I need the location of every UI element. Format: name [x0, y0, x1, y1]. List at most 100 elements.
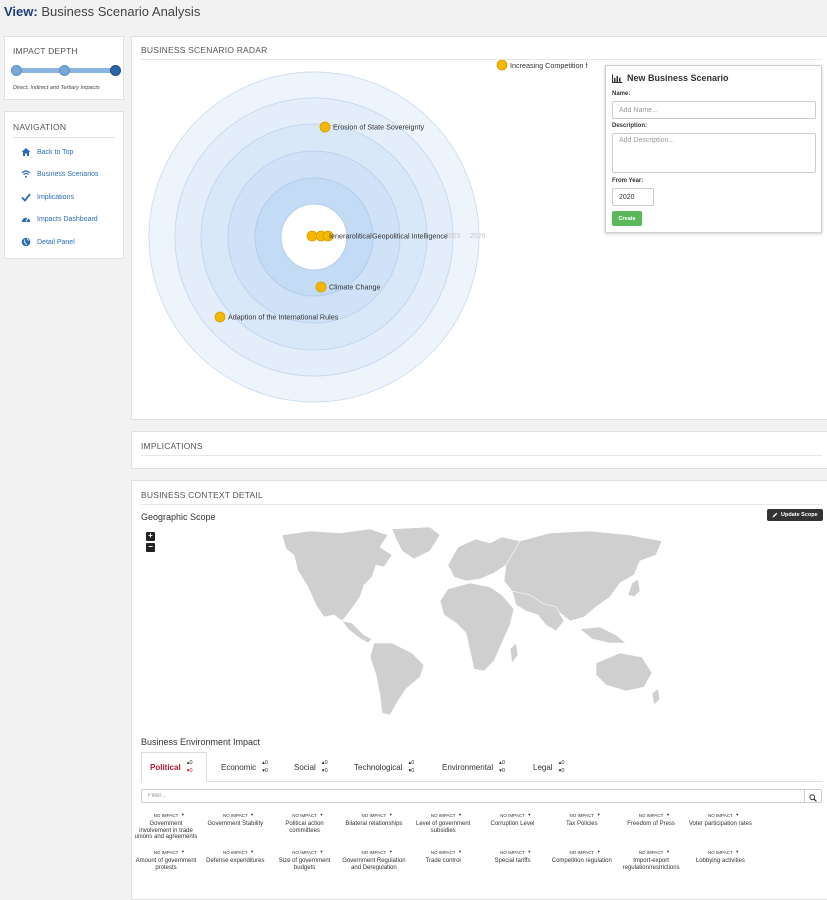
factor-name: Corruption Level — [490, 821, 535, 827]
view-label: View: — [4, 4, 38, 19]
impact-factor: NO IMPACT ▾ Political action committees — [273, 812, 337, 834]
factor-name: Tax Policies — [565, 821, 598, 827]
impact-factor: NO IMPACT ▾ Government involvement in tra… — [134, 812, 198, 841]
down-count: 0 — [264, 768, 268, 774]
impact-dropdown[interactable]: NO IMPACT — [481, 812, 545, 819]
tab-counts: ▴0 ▾0 — [321, 760, 328, 774]
tab-economic[interactable]: Economic ▴0 ▾0 — [221, 752, 268, 782]
home-icon — [21, 148, 31, 156]
impact-dropdown[interactable]: NO IMPACT — [342, 849, 406, 856]
up-count: 0 — [264, 760, 268, 766]
description-input[interactable] — [612, 133, 816, 173]
filter-input[interactable] — [141, 789, 805, 803]
implications-panel: IMPLICATIONS — [131, 431, 827, 469]
caret-down-icon: ▾ — [389, 849, 392, 854]
filter-search-button[interactable] — [804, 789, 822, 803]
impact-dropdown[interactable]: NO IMPACT — [688, 812, 752, 819]
impact-dropdown[interactable]: NO IMPACT — [619, 849, 683, 856]
update-scope-label: Update Scope — [781, 512, 818, 518]
scenario-dot-adaption-international-rules[interactable] — [214, 311, 226, 323]
impact-dropdown[interactable]: NO IMPACT — [481, 849, 545, 856]
tab-social[interactable]: Social ▴0 ▾0 — [294, 752, 328, 782]
tab-political[interactable]: Political ▴0 ▾0 — [141, 752, 207, 782]
caret-down-icon: ▾ — [597, 812, 600, 817]
zoom-in-button[interactable]: + — [146, 532, 155, 541]
create-button[interactable]: Create — [612, 211, 642, 226]
impact-factor: NO IMPACT ▾ Competition regulation — [550, 849, 614, 865]
name-input[interactable] — [612, 101, 816, 119]
nav-detail-panel[interactable]: Detail Panel — [21, 237, 75, 247]
nav-implications[interactable]: Implications — [21, 192, 74, 202]
impact-dropdown[interactable]: NO IMPACT — [550, 812, 614, 819]
impact-dropdown[interactable]: NO IMPACT — [688, 849, 752, 856]
impact-dropdown[interactable]: NO IMPACT — [411, 812, 475, 819]
map-australia[interactable] — [595, 652, 653, 692]
world-map[interactable] — [280, 525, 665, 720]
zoom-out-button[interactable]: − — [146, 543, 155, 552]
nav-business-scenarios[interactable]: Business Scenarios — [21, 169, 98, 179]
impact-dropdown[interactable]: NO IMPACT — [134, 812, 198, 819]
factor-name: Defense expenditures — [206, 858, 265, 864]
impact-dropdown[interactable]: NO IMPACT — [273, 812, 337, 819]
scenario-dot-erosion-of-state-sovereignty[interactable] — [319, 121, 331, 133]
nav-label: Impacts Dashboard — [37, 215, 98, 223]
scenario-dot-increasing-competition[interactable] — [496, 59, 508, 71]
up-count: 0 — [501, 760, 505, 766]
caret-down-icon: ▾ — [458, 812, 462, 817]
map-south-america[interactable] — [369, 642, 425, 716]
tab-technological[interactable]: Technological ▴0 ▾0 — [354, 752, 414, 782]
impact-dropdown[interactable]: NO IMPACT — [203, 812, 267, 819]
factor-name: Trade control — [425, 858, 461, 864]
scenario-dot-climate-change[interactable] — [315, 281, 327, 293]
nav-label: Detail Panel — [37, 238, 75, 246]
slider-handle-tertiary[interactable] — [110, 65, 121, 76]
implications-divider — [141, 455, 822, 456]
caret-down-icon: ▾ — [320, 812, 323, 817]
impact-dropdown[interactable]: NO IMPACT — [203, 849, 267, 856]
factor-name: Special tariffs — [494, 858, 531, 864]
caret-down-icon: ▾ — [251, 812, 254, 817]
tab-environmental[interactable]: Environmental ▴0 ▾0 — [442, 752, 505, 782]
map-africa[interactable] — [439, 582, 515, 672]
impact-dropdown[interactable]: NO IMPACT — [134, 849, 198, 856]
scenario-dot-center-1[interactable] — [306, 230, 318, 242]
tab-label: Legal — [533, 762, 553, 772]
impact-dropdown[interactable]: NO IMPACT — [411, 849, 475, 856]
impact-dropdown[interactable]: NO IMPACT — [550, 849, 614, 856]
update-scope-button[interactable]: Update Scope — [767, 509, 823, 521]
up-count: 0 — [561, 760, 565, 766]
tab-counts: ▴0 ▾0 — [186, 760, 193, 774]
impact-dropdown[interactable]: NO IMPACT — [342, 812, 406, 819]
caret-down-icon: ▾ — [528, 849, 531, 854]
caret-down-icon: ▾ — [181, 849, 184, 854]
navigation-panel: NAVIGATION Back to Top Business Scenario… — [4, 111, 124, 259]
map-central-america[interactable] — [341, 620, 373, 644]
map-greenland[interactable] — [391, 526, 441, 560]
impact-depth-caption: Direct, Indirect and Tertiary Impacts — [13, 85, 100, 91]
impact-dropdown[interactable]: NO IMPACT — [619, 812, 683, 819]
map-north-america[interactable] — [281, 528, 393, 622]
tab-label: Political — [150, 762, 181, 772]
map-madagascar[interactable] — [509, 642, 519, 664]
impact-factor: NO IMPACT ▾ Voter participation rates — [688, 812, 752, 828]
caret-down-icon: ▾ — [458, 849, 462, 854]
tab-counts: ▴0 ▾0 — [408, 760, 415, 774]
map-new-zealand[interactable] — [651, 688, 661, 706]
chart-icon — [612, 74, 623, 83]
nav-back-to-top[interactable]: Back to Top — [21, 147, 73, 157]
impact-factor: NO IMPACT ▾ Tax Policies — [550, 812, 614, 828]
impact-factor: NO IMPACT ▾ Amount of government protests — [134, 849, 198, 871]
tab-legal[interactable]: Legal ▴0 ▾0 — [533, 752, 564, 782]
slider-handle-indirect[interactable] — [59, 65, 70, 76]
impact-dropdown[interactable]: NO IMPACT — [273, 849, 337, 856]
scenario-label-adaption-international-rules: Adaption of the International Rules — [228, 313, 339, 322]
from-year-input[interactable] — [612, 188, 654, 206]
map-japan[interactable] — [627, 578, 641, 598]
slider-handle-direct[interactable] — [11, 65, 22, 76]
tab-label: Environmental — [442, 762, 494, 772]
pencil-icon — [772, 512, 778, 518]
down-count: 0 — [411, 768, 415, 774]
nav-impacts-dashboard[interactable]: Impacts Dashboard — [21, 214, 98, 224]
business-environment-impact-title: Business Environment Impact — [141, 737, 261, 747]
map-southeast-asia[interactable] — [579, 626, 627, 644]
